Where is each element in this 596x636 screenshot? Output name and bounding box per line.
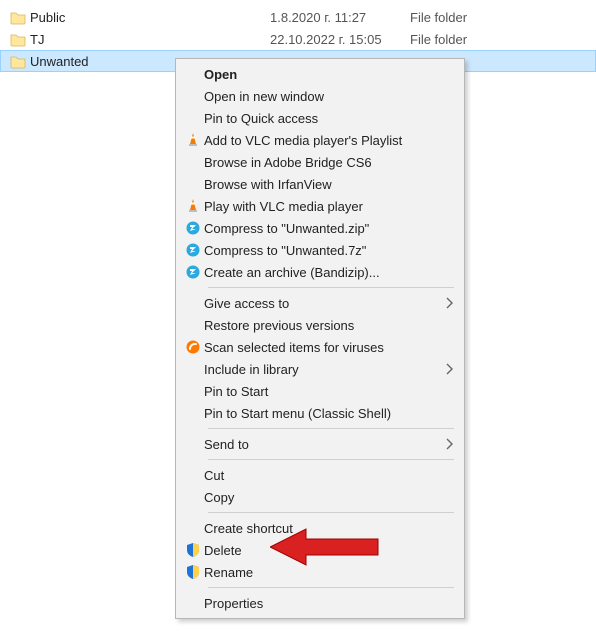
folder-icon [6, 53, 30, 69]
vlc-icon [182, 132, 204, 148]
menu-item-restore-previous-versions[interactable]: Restore previous versions [178, 314, 462, 336]
menu-item-pin-to-quick-access[interactable]: Pin to Quick access [178, 107, 462, 129]
menu-item-label: Restore previous versions [204, 318, 440, 333]
menu-item-label: Delete [204, 543, 440, 558]
menu-item-label: Pin to Quick access [204, 111, 440, 126]
menu-item-label: Browse in Adobe Bridge CS6 [204, 155, 440, 170]
menu-item-label: Properties [204, 596, 440, 611]
menu-item-pin-to-start[interactable]: Pin to Start [178, 380, 462, 402]
file-type: File folder [410, 32, 590, 47]
menu-item-label: Add to VLC media player's Playlist [204, 133, 440, 148]
menu-item-play-with-vlc-media-player[interactable]: Play with VLC media player [178, 195, 462, 217]
file-name: TJ [30, 32, 270, 47]
bandizip-icon [182, 242, 204, 258]
menu-item-label: Rename [204, 565, 440, 580]
menu-item-rename[interactable]: Rename [178, 561, 462, 583]
menu-item-label: Compress to "Unwanted.zip" [204, 221, 440, 236]
menu-item-open[interactable]: Open [178, 63, 462, 85]
menu-item-give-access-to[interactable]: Give access to [178, 292, 462, 314]
menu-item-delete[interactable]: Delete [178, 539, 462, 561]
file-explorer-panel: Public1.8.2020 г. 11:27File folderTJ22.1… [0, 0, 596, 636]
menu-item-label: Give access to [204, 296, 440, 311]
context-menu: Open Open in new window Pin to Quick acces… [175, 58, 465, 619]
menu-item-label: Pin to Start menu (Classic Shell) [204, 406, 440, 421]
menu-item-label: Scan selected items for viruses [204, 340, 440, 355]
uac-icon [182, 564, 204, 580]
menu-item-create-an-archive-bandizip[interactable]: Create an archive (Bandizip)... [178, 261, 462, 283]
file-date: 22.10.2022 г. 15:05 [270, 32, 410, 47]
menu-item-label: Create an archive (Bandizip)... [204, 265, 440, 280]
menu-item-label: Create shortcut [204, 521, 440, 536]
bandizip-icon [182, 264, 204, 280]
menu-item-browse-with-irfanview[interactable]: Browse with IrfanView [178, 173, 462, 195]
file-date: 1.8.2020 г. 11:27 [270, 10, 410, 25]
menu-separator [208, 287, 454, 288]
menu-separator [208, 512, 454, 513]
menu-item-label: Include in library [204, 362, 440, 377]
uac-icon [182, 542, 204, 558]
vlc-icon [182, 198, 204, 214]
menu-item-label: Play with VLC media player [204, 199, 440, 214]
bandizip-icon [182, 220, 204, 236]
file-row[interactable]: TJ22.10.2022 г. 15:05File folder [0, 28, 596, 50]
menu-item-send-to[interactable]: Send to [178, 433, 462, 455]
menu-item-include-in-library[interactable]: Include in library [178, 358, 462, 380]
submenu-chevron-icon [440, 436, 454, 452]
menu-item-compress-to-unwanted-zip[interactable]: Compress to "Unwanted.zip" [178, 217, 462, 239]
menu-item-copy[interactable]: Copy [178, 486, 462, 508]
submenu-chevron-icon [440, 361, 454, 377]
menu-item-browse-in-adobe-bridge-cs6[interactable]: Browse in Adobe Bridge CS6 [178, 151, 462, 173]
menu-item-label: Cut [204, 468, 440, 483]
submenu-chevron-icon [440, 295, 454, 311]
menu-item-label: Copy [204, 490, 440, 505]
file-row[interactable]: Public1.8.2020 г. 11:27File folder [0, 6, 596, 28]
menu-separator [208, 587, 454, 588]
menu-item-properties[interactable]: Properties [178, 592, 462, 614]
avast-icon [182, 339, 204, 355]
menu-item-add-to-vlc-media-player-s-playlist[interactable]: Add to VLC media player's Playlist [178, 129, 462, 151]
menu-item-label: Pin to Start [204, 384, 440, 399]
menu-item-label: Browse with IrfanView [204, 177, 440, 192]
menu-item-scan-selected-items-for-viruses[interactable]: Scan selected items for viruses [178, 336, 462, 358]
file-name: Public [30, 10, 270, 25]
file-type: File folder [410, 10, 590, 25]
folder-icon [6, 9, 30, 25]
menu-separator [208, 459, 454, 460]
menu-item-label: Send to [204, 437, 440, 452]
menu-item-label: Compress to "Unwanted.7z" [204, 243, 440, 258]
folder-icon [6, 31, 30, 47]
menu-item-cut[interactable]: Cut [178, 464, 462, 486]
menu-item-compress-to-unwanted-7z[interactable]: Compress to "Unwanted.7z" [178, 239, 462, 261]
menu-item-label: Open in new window [204, 89, 440, 104]
menu-item-open-in-new-window[interactable]: Open in new window [178, 85, 462, 107]
menu-separator [208, 428, 454, 429]
menu-item-label: Open [204, 67, 440, 82]
menu-item-create-shortcut[interactable]: Create shortcut [178, 517, 462, 539]
menu-item-pin-to-start-menu-classic-shell[interactable]: Pin to Start menu (Classic Shell) [178, 402, 462, 424]
